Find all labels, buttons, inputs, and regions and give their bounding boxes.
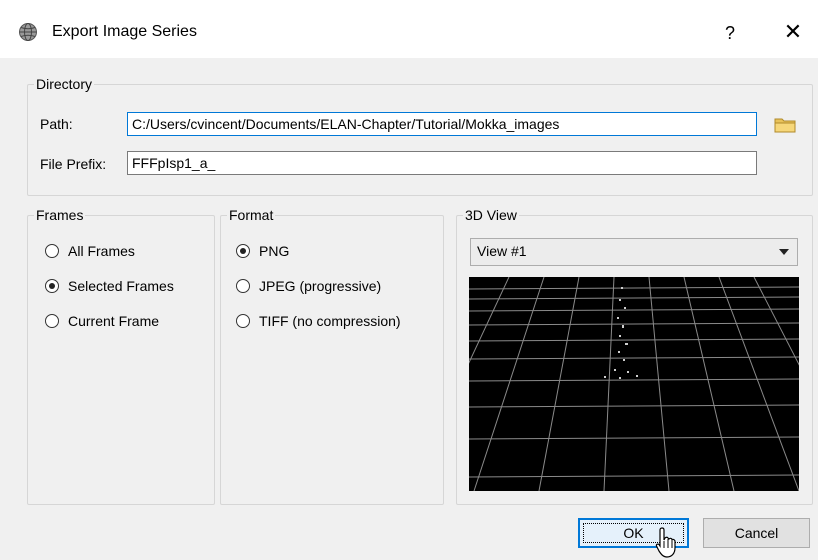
directory-group-label: Directory [34, 76, 95, 92]
radio-tiff[interactable]: TIFF (no compression) [236, 313, 401, 329]
close-button[interactable]: ✕ [775, 16, 811, 48]
title-bar: Export Image Series ? ✕ [0, 0, 818, 58]
3d-view-group-label: 3D View [463, 207, 519, 223]
radio-circle[interactable] [236, 244, 250, 258]
radio-selected-frames[interactable]: Selected Frames [45, 278, 174, 294]
format-group-label: Format [227, 207, 276, 223]
radio-label: Selected Frames [68, 278, 174, 294]
3d-viewport[interactable] [469, 277, 799, 491]
view-select-value: View #1 [477, 243, 527, 259]
help-button[interactable]: ? [715, 18, 745, 48]
hand-cursor-icon [655, 527, 676, 558]
view-select[interactable]: View #1 [470, 238, 798, 266]
radio-circle[interactable] [236, 314, 250, 328]
cancel-button[interactable]: Cancel [703, 518, 810, 548]
app-globe-icon [19, 23, 37, 41]
path-label: Path: [40, 116, 73, 132]
radio-circle[interactable] [45, 279, 59, 293]
radio-all-frames[interactable]: All Frames [45, 243, 135, 259]
export-image-series-dialog: Export Image Series ? ✕ Directory Path: … [0, 0, 818, 560]
3d-grid-scene [469, 277, 799, 491]
radio-circle[interactable] [45, 314, 59, 328]
radio-label: TIFF (no compression) [259, 313, 401, 329]
radio-label: Current Frame [68, 313, 160, 329]
radio-png[interactable]: PNG [236, 243, 289, 259]
directory-group: Directory [27, 76, 813, 196]
file-prefix-label: File Prefix: [40, 156, 107, 172]
radio-jpeg[interactable]: JPEG (progressive) [236, 278, 381, 294]
radio-current-frame[interactable]: Current Frame [45, 313, 159, 329]
radio-label: JPEG (progressive) [259, 278, 382, 294]
file-prefix-input[interactable]: FFFpIsp1_a_ [127, 151, 757, 175]
radio-label: PNG [259, 243, 290, 259]
folder-icon[interactable] [774, 116, 796, 134]
frames-group-label: Frames [34, 207, 86, 223]
radio-circle[interactable] [236, 279, 250, 293]
radio-circle[interactable] [45, 244, 59, 258]
path-input[interactable]: C:/Users/cvincent/Documents/ELAN-Chapter… [127, 112, 757, 136]
window-title: Export Image Series [52, 23, 197, 40]
radio-label: All Frames [68, 243, 135, 259]
chevron-down-icon [779, 249, 789, 255]
